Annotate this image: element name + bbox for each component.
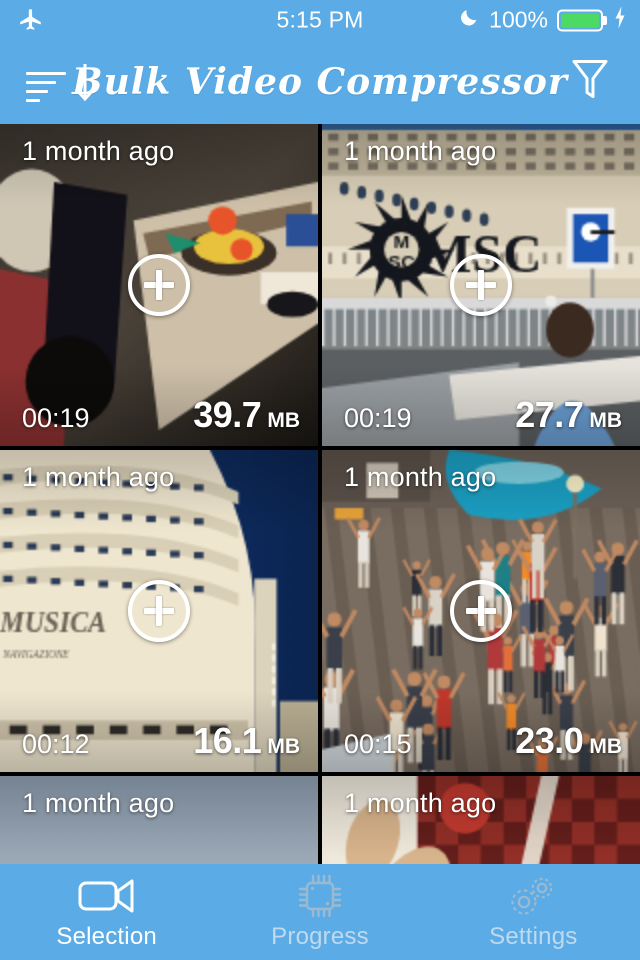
video-duration-label: 00:15 — [344, 729, 412, 759]
video-duration-label: 00:19 — [344, 403, 412, 433]
video-cell[interactable]: 1 month ago 00:19 39.7 MB — [0, 124, 318, 446]
tab-progress-label: Progress — [271, 923, 369, 950]
video-size-label: 23.0 MB — [515, 720, 622, 762]
video-size-value: 23.0 — [515, 720, 584, 761]
video-cell[interactable]: 1 month ago 00:12 16.1 MB — [0, 450, 318, 772]
video-cell[interactable]: 1 month ago — [322, 776, 640, 864]
video-cell[interactable]: 1 month ago — [0, 776, 318, 864]
battery-full-icon — [557, 9, 603, 31]
app-root: 5:15 PM 100% Bulk Video Compressor 1 mon… — [0, 0, 640, 960]
gears-icon — [507, 873, 559, 919]
video-cell[interactable]: 1 month ago 00:19 27.7 MB — [322, 124, 640, 446]
tab-progress[interactable]: Progress — [213, 864, 426, 960]
video-size-unit: MB — [589, 409, 622, 432]
video-size-value: 27.7 — [515, 394, 584, 435]
tab-bar: Selection Progress Settings — [0, 864, 640, 960]
video-date-label: 1 month ago — [344, 136, 497, 166]
moon-do-not-disturb-icon — [458, 7, 480, 34]
video-date-label: 1 month ago — [344, 462, 497, 492]
sort-descending-icon[interactable] — [26, 60, 98, 104]
video-size-label: 27.7 MB — [515, 394, 622, 436]
video-camera-icon — [77, 873, 137, 919]
video-date-label: 1 month ago — [344, 788, 497, 818]
down-arrow-glyph — [74, 64, 96, 102]
video-duration-label: 00:12 — [22, 729, 90, 759]
lightning-bolt-charging-icon — [612, 6, 628, 35]
video-size-unit: MB — [267, 735, 300, 758]
sort-bars-glyph — [26, 72, 66, 104]
tab-settings[interactable]: Settings — [427, 864, 640, 960]
page-title: Bulk Video Compressor — [72, 61, 568, 103]
funnel-filter-icon[interactable] — [570, 57, 610, 108]
plus-circle-icon[interactable] — [128, 580, 190, 642]
video-date-label: 1 month ago — [22, 462, 175, 492]
plus-circle-icon[interactable] — [128, 254, 190, 316]
video-grid[interactable]: 1 month ago 00:19 39.7 MB 1 month ago 00… — [0, 124, 640, 864]
video-duration-label: 00:19 — [22, 403, 90, 433]
navigation-bar: Bulk Video Compressor — [0, 40, 640, 124]
plus-circle-icon[interactable] — [450, 254, 512, 316]
video-date-label: 1 month ago — [22, 788, 175, 818]
video-date-label: 1 month ago — [22, 136, 175, 166]
video-cell[interactable]: 1 month ago 00:15 23.0 MB — [322, 450, 640, 772]
status-bar-right-cluster: 100% — [458, 6, 628, 35]
status-bar: 5:15 PM 100% — [0, 0, 640, 40]
video-size-unit: MB — [589, 735, 622, 758]
tab-settings-label: Settings — [489, 923, 578, 950]
plus-circle-icon[interactable] — [450, 580, 512, 642]
battery-percent-label: 100% — [489, 6, 548, 33]
tab-selection-label: Selection — [56, 923, 157, 950]
video-size-label: 39.7 MB — [193, 394, 300, 436]
video-size-value: 16.1 — [193, 720, 262, 761]
video-size-value: 39.7 — [193, 394, 262, 435]
video-size-label: 16.1 MB — [193, 720, 300, 762]
video-size-unit: MB — [267, 409, 300, 432]
cpu-chip-icon — [296, 873, 344, 919]
tab-selection[interactable]: Selection — [0, 864, 213, 960]
